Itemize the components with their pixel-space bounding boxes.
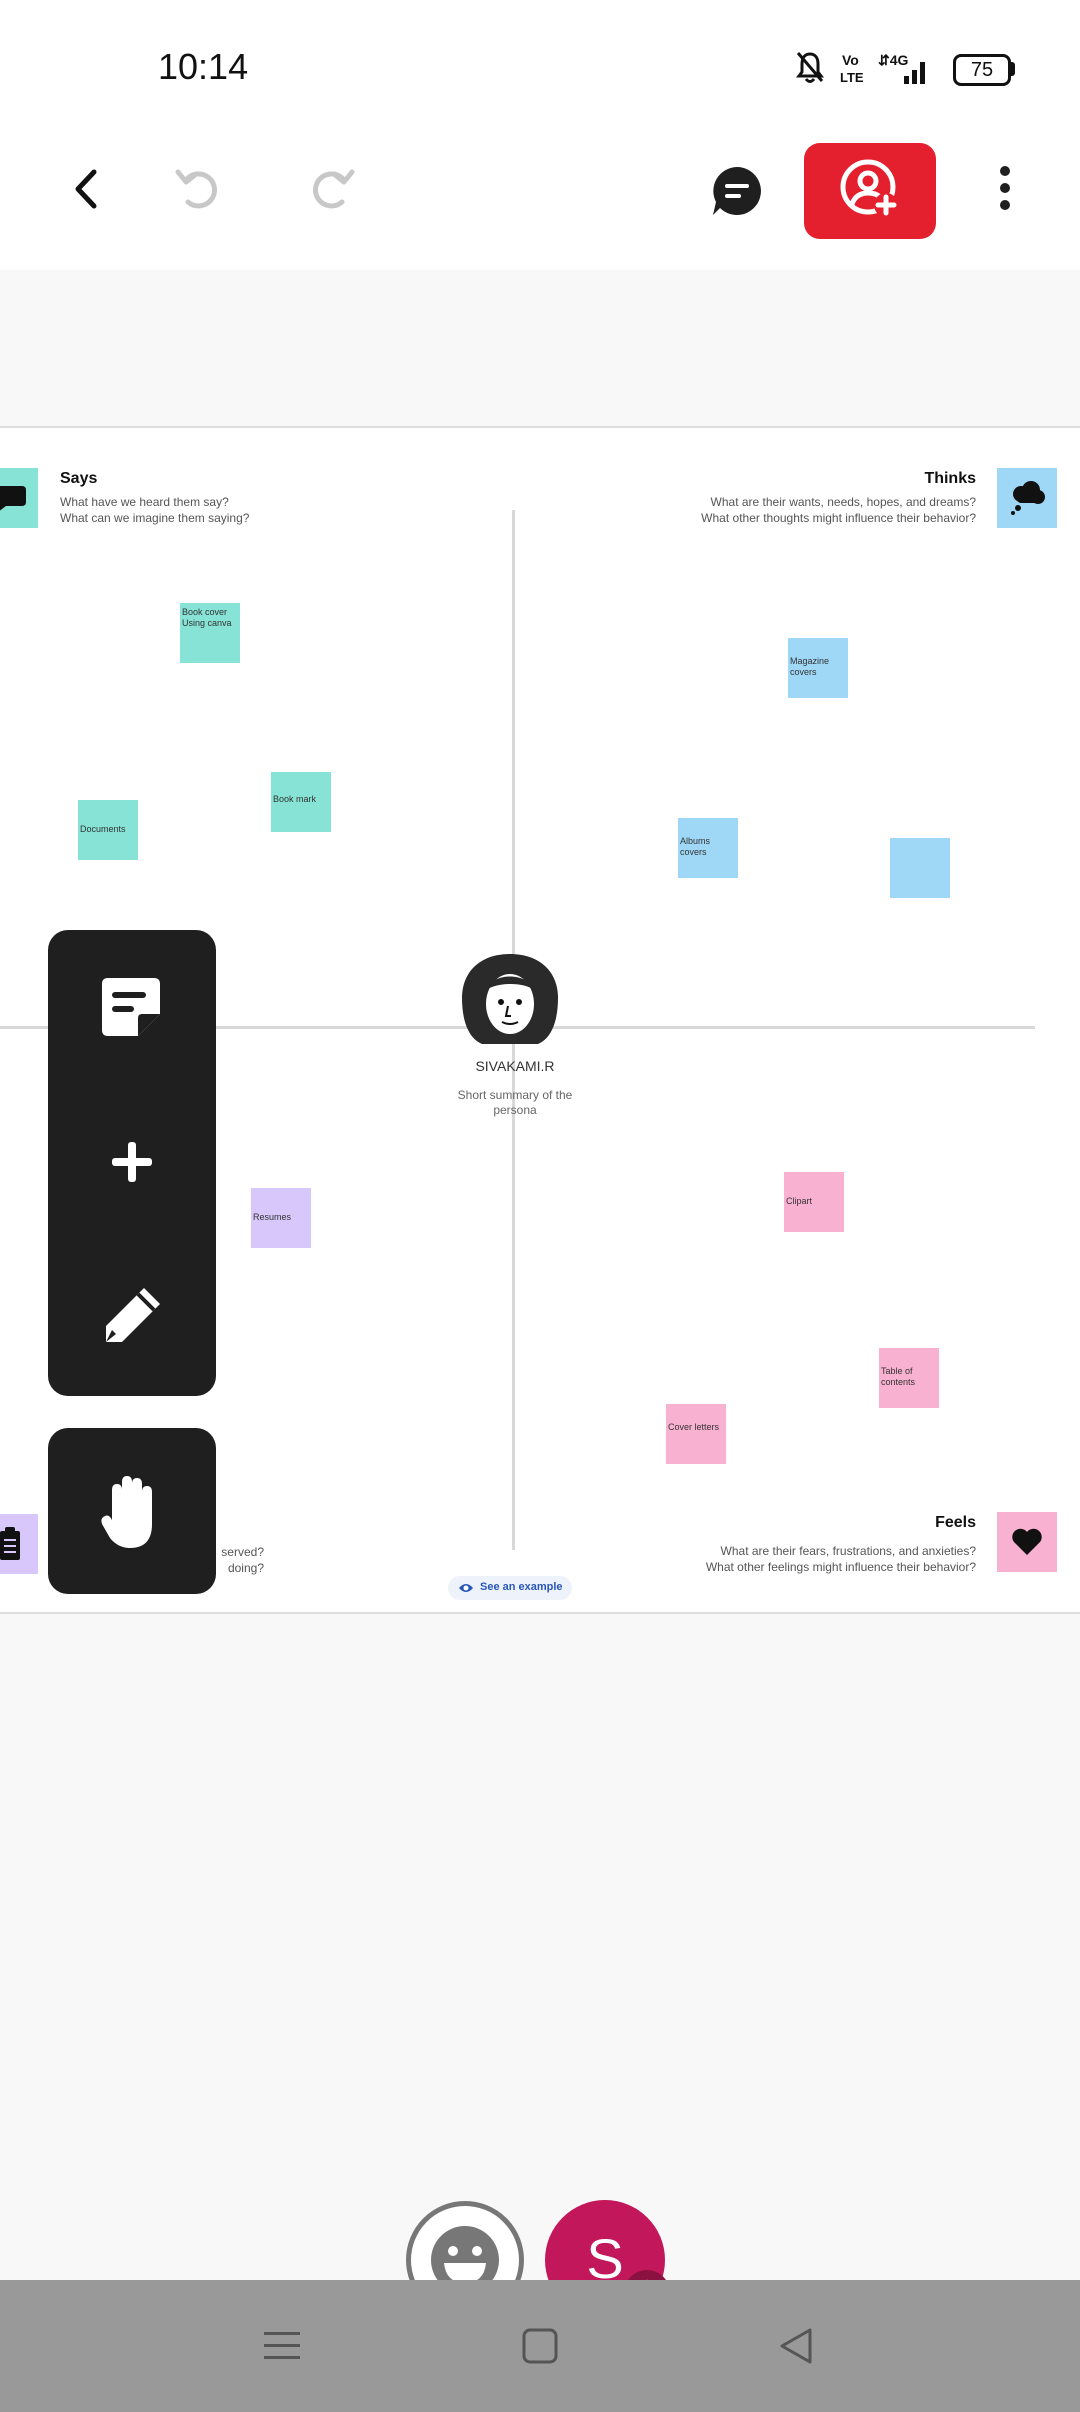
thinks-subtitle-2: What other thoughts might influence thei…	[701, 511, 976, 525]
says-subtitle-1: What have we heard them say?	[60, 495, 229, 509]
menu-icon[interactable]	[262, 2326, 302, 2366]
thought-cloud-icon	[1011, 481, 1045, 515]
persona-name[interactable]: SIVAKAMI.R	[430, 1058, 600, 1074]
feels-icon	[997, 1512, 1057, 1572]
back-nav-icon[interactable]	[776, 2326, 816, 2366]
comment-icon[interactable]	[710, 164, 764, 218]
does-icon	[0, 1514, 38, 1574]
heart-icon	[1012, 1528, 1042, 1555]
share-button[interactable]	[804, 143, 936, 239]
thinks-title: Thinks	[924, 470, 976, 487]
see-example-label: See an example	[480, 1581, 563, 1593]
feels-subtitle-1: What are their fears, frustrations, and …	[720, 1544, 976, 1558]
eye-icon	[459, 1584, 473, 1592]
thinks-subtitle-1: What are their wants, needs, hopes, and …	[710, 495, 976, 509]
clipboard-icon	[0, 1527, 20, 1560]
bell-off-icon	[796, 52, 824, 83]
status-time: 10:14	[158, 46, 249, 87]
svg-text:LTE: LTE	[840, 70, 864, 85]
sticky-note[interactable]: Resumes	[251, 1188, 311, 1248]
battery-tip	[1010, 62, 1015, 76]
sticky-note[interactable]: Magazine covers	[788, 638, 848, 698]
says-subtitle-2: What can we imagine them saying?	[60, 511, 250, 525]
says-title: Says	[60, 470, 98, 487]
persona-summary[interactable]: Short summary of the persona	[455, 1088, 575, 1118]
add-user-icon	[840, 159, 898, 217]
back-icon[interactable]	[66, 166, 106, 212]
sticky-note[interactable]: Book cover Using canva	[180, 603, 240, 663]
plus-icon[interactable]	[110, 1140, 154, 1184]
hand-icon[interactable]	[98, 1472, 166, 1552]
undo-icon[interactable]	[172, 166, 226, 212]
pan-tool-panel[interactable]	[48, 1428, 216, 1594]
feels-subtitle-2: What other feelings might influence thei…	[705, 1560, 976, 1574]
sticky-note[interactable]: Clipart	[784, 1172, 844, 1232]
home-icon[interactable]	[520, 2326, 560, 2366]
see-example-button[interactable]: See an example	[448, 1576, 572, 1600]
4g-signal-icon: ⇵4G	[878, 52, 925, 84]
redo-icon[interactable]	[304, 166, 358, 212]
volte-icon: Vo LTE	[840, 52, 864, 85]
persona-avatar-icon	[462, 954, 558, 1044]
tool-panel	[48, 930, 216, 1396]
sticky-note-icon[interactable]	[100, 976, 162, 1038]
sticky-note[interactable]: Table of contents	[879, 1348, 939, 1408]
svg-text:Vo: Vo	[842, 52, 859, 68]
thinks-icon	[997, 468, 1057, 528]
sticky-note[interactable]	[890, 838, 950, 898]
speech-bubble-icon	[0, 486, 26, 511]
sticky-note[interactable]: Albums covers	[678, 818, 738, 878]
pencil-icon[interactable]	[100, 1284, 164, 1348]
sticky-note[interactable]: Book mark	[271, 772, 331, 832]
battery-icon: 75	[953, 54, 1011, 86]
says-icon	[0, 468, 38, 528]
svg-text:⇵4G: ⇵4G	[878, 52, 909, 68]
more-icon[interactable]	[996, 164, 1014, 214]
sticky-note[interactable]: Cover letters	[666, 1404, 726, 1464]
feels-title: Feels	[935, 1514, 976, 1531]
sticky-note[interactable]: Documents	[78, 800, 138, 860]
